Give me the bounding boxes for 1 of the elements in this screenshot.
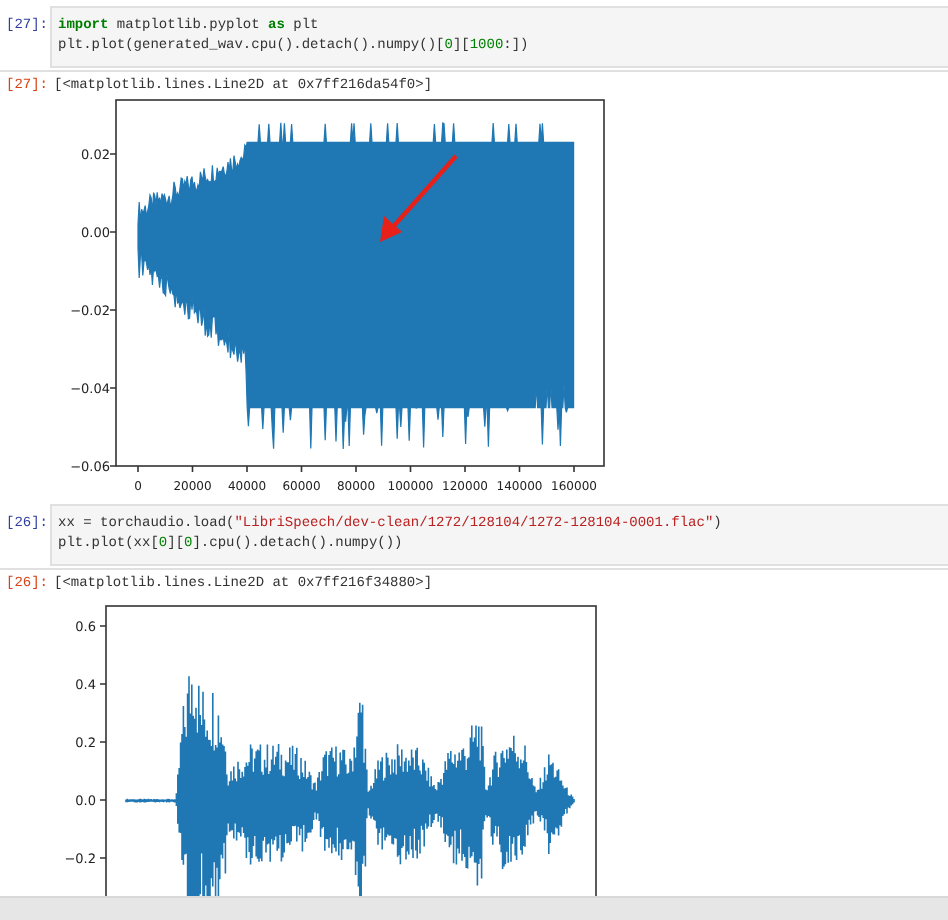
scrollbar[interactable]	[0, 896, 948, 920]
